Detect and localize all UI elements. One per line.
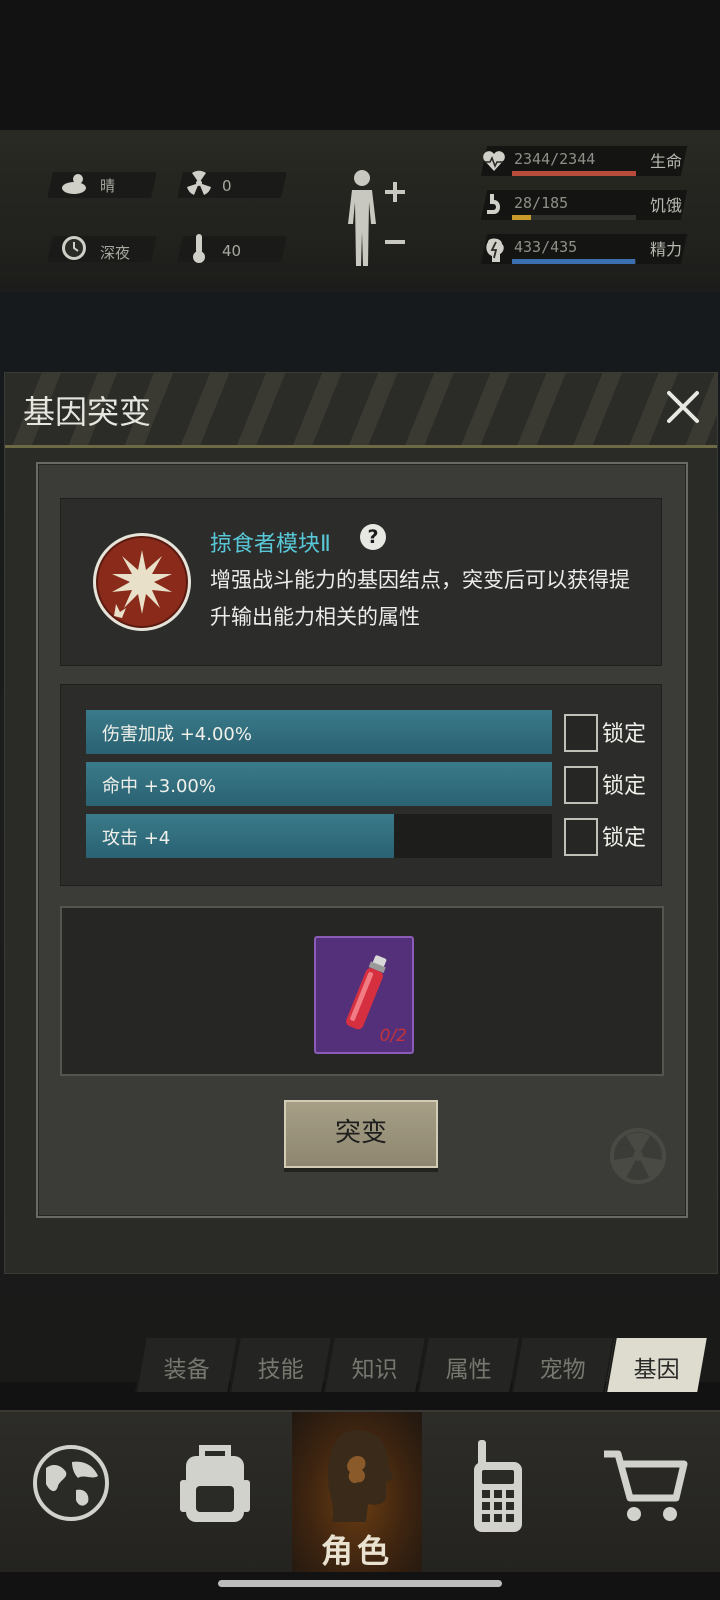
dialog-title: 基因突变: [23, 393, 152, 431]
radiation-value: 0: [222, 177, 232, 195]
stomach-icon: [487, 194, 500, 214]
tab-label: 基因: [633, 1357, 680, 1383]
thermometer-icon: [193, 234, 205, 263]
energy-bar-fill: [512, 259, 636, 264]
hunger-label: 饥饿: [650, 196, 683, 215]
tab-label: 属性: [445, 1357, 492, 1383]
hunger-bar-fill: [512, 215, 531, 220]
walkie-talkie-icon: [474, 1440, 522, 1532]
hunger-value: 28/185: [514, 194, 569, 212]
health-bar: [512, 171, 636, 176]
heart-icon: [483, 151, 505, 171]
predator-module-icon: [93, 533, 191, 631]
nav-character[interactable]: 角色: [292, 1412, 422, 1572]
attribute-text: 攻击 +4: [102, 828, 171, 849]
close-icon[interactable]: [661, 385, 705, 429]
body-status-icon[interactable]: [342, 166, 412, 270]
tab-label: 技能: [257, 1357, 304, 1383]
backpack-icon: [180, 1445, 250, 1522]
tab-label: 宠物: [539, 1357, 586, 1383]
nav-backpack[interactable]: [146, 1412, 286, 1572]
energy-bar: [512, 259, 636, 264]
attribute-bar: 命中 +3.00%: [86, 762, 552, 806]
lock-label: 锁定: [602, 722, 647, 747]
lock-checkbox[interactable]: [564, 818, 598, 856]
tab-label: 装备: [163, 1357, 210, 1383]
health-value: 2344/2344: [514, 150, 596, 168]
tab-skills[interactable]: 技能: [229, 1338, 331, 1392]
lock-label: 锁定: [602, 826, 647, 851]
radiation-watermark-icon: [610, 1128, 666, 1184]
tab-knowledge[interactable]: 知识: [323, 1338, 425, 1392]
globe-icon: [33, 1445, 109, 1521]
clock-icon: [62, 236, 86, 260]
status-bar: 晴 0 深夜 40 2344/2344 生命 28/185 饥饿 433/435…: [0, 130, 720, 294]
attribute-text: 命中 +3.00%: [102, 776, 216, 797]
temperature-value: 40: [222, 242, 242, 260]
tab-attributes[interactable]: 属性: [417, 1338, 519, 1392]
shopping-cart-icon: [604, 1450, 688, 1521]
tab-label: 知识: [351, 1357, 398, 1383]
weather-cloud-icon: [62, 174, 86, 194]
energy-value: 433/435: [514, 238, 578, 256]
health-label: 生命: [650, 152, 683, 171]
tab-pets[interactable]: 宠物: [511, 1338, 613, 1392]
hunger-bar: [512, 215, 636, 220]
nav-radio[interactable]: [428, 1412, 568, 1572]
mutate-button[interactable]: 突变: [284, 1100, 438, 1168]
energy-brain-icon: [486, 238, 504, 262]
tab-equipment[interactable]: 装备: [135, 1338, 237, 1392]
attribute-bar: 攻击 +4: [86, 814, 552, 858]
attribute-bar: 伤害加成 +4.00%: [86, 710, 552, 754]
weather-text: 晴: [100, 177, 116, 195]
bottom-nav: 角色: [0, 1410, 720, 1572]
lock-checkbox[interactable]: [564, 766, 598, 804]
tab-genes[interactable]: 基因: [605, 1338, 707, 1392]
radiation-icon: [187, 170, 211, 195]
help-icon[interactable]: ?: [360, 524, 386, 550]
nav-world[interactable]: [0, 1412, 140, 1572]
home-indicator[interactable]: [218, 1580, 502, 1587]
time-of-day-text: 深夜: [100, 244, 131, 262]
energy-label: 精力: [650, 240, 683, 259]
nav-character-label: 角色: [320, 1532, 393, 1570]
category-tabs: 装备 技能 知识 属性 宠物 基因: [132, 1338, 708, 1394]
nav-shop[interactable]: [574, 1412, 720, 1572]
material-item-slot[interactable]: 0/2: [314, 936, 414, 1054]
item-count: 0/2: [379, 1026, 407, 1046]
attribute-text: 伤害加成 +4.00%: [102, 724, 252, 745]
module-description: 增强战斗能力的基因结点，突变后可以获得提升输出能力相关的属性: [210, 568, 630, 629]
module-name: 掠食者模块Ⅱ: [210, 532, 331, 557]
lock-label: 锁定: [602, 774, 647, 799]
lock-checkbox[interactable]: [564, 714, 598, 752]
character-head-icon: [328, 1430, 394, 1522]
health-bar-fill: [512, 171, 636, 176]
